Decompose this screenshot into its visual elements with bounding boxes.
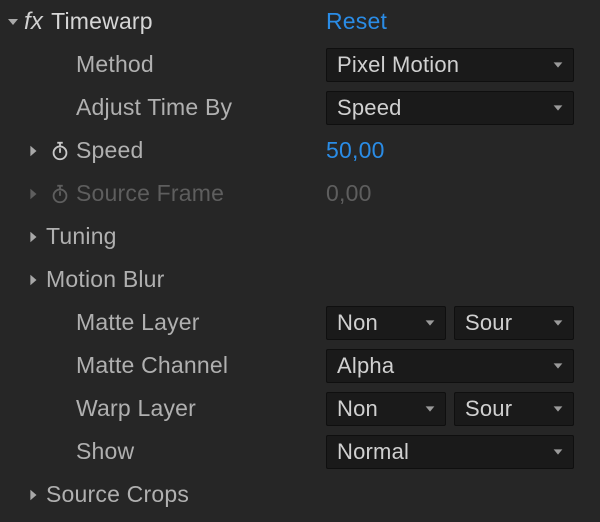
expand-tuning-chevron-right-icon[interactable] xyxy=(24,230,42,244)
chevron-down-icon xyxy=(551,359,565,373)
expand-source-crops-chevron-right-icon[interactable] xyxy=(24,488,42,502)
matte-layer-label: Matte Layer xyxy=(76,309,200,336)
matte-layer-select-left[interactable]: Non xyxy=(326,306,446,340)
chevron-down-icon xyxy=(551,58,565,72)
matte-layer-left-value: Non xyxy=(337,310,378,336)
show-value: Normal xyxy=(337,439,409,465)
property-motion-blur: Motion Blur xyxy=(0,258,600,301)
matte-layer-select-right[interactable]: Sour xyxy=(454,306,574,340)
stopwatch-icon xyxy=(46,183,74,205)
source-frame-value: 0,00 xyxy=(326,180,372,207)
expand-source-frame-chevron-right-icon xyxy=(24,187,42,201)
property-warp-layer: Warp Layer Non Sour xyxy=(0,387,600,430)
warp-layer-select-left[interactable]: Non xyxy=(326,392,446,426)
method-label: Method xyxy=(76,51,154,78)
chevron-down-icon xyxy=(551,101,565,115)
show-label: Show xyxy=(76,438,134,465)
warp-layer-label: Warp Layer xyxy=(76,395,196,422)
property-matte-layer: Matte Layer Non Sour xyxy=(0,301,600,344)
chevron-down-icon xyxy=(423,402,437,416)
adjust-time-by-select[interactable]: Speed xyxy=(326,91,574,125)
property-adjust-time-by: Adjust Time By Speed xyxy=(0,86,600,129)
warp-layer-right-value: Sour xyxy=(465,396,512,422)
chevron-down-icon xyxy=(551,316,565,330)
property-method: Method Pixel Motion xyxy=(0,43,600,86)
adjust-time-by-label: Adjust Time By xyxy=(76,94,232,121)
matte-channel-label: Matte Channel xyxy=(76,352,228,379)
stopwatch-icon[interactable] xyxy=(46,140,74,162)
property-source-crops: Source Crops xyxy=(0,473,600,516)
source-crops-label: Source Crops xyxy=(46,481,189,508)
warp-layer-select-right[interactable]: Sour xyxy=(454,392,574,426)
adjust-time-by-value: Speed xyxy=(337,95,402,121)
property-matte-channel: Matte Channel Alpha xyxy=(0,344,600,387)
expand-speed-chevron-right-icon[interactable] xyxy=(24,144,42,158)
property-speed: Speed 50,00 xyxy=(0,129,600,172)
property-source-frame: Source Frame 0,00 xyxy=(0,172,600,215)
chevron-down-icon xyxy=(423,316,437,330)
warp-layer-left-value: Non xyxy=(337,396,378,422)
collapse-effect-chevron-down-icon[interactable] xyxy=(4,14,22,30)
chevron-down-icon xyxy=(551,402,565,416)
matte-channel-select[interactable]: Alpha xyxy=(326,349,574,383)
matte-channel-value: Alpha xyxy=(337,353,394,379)
chevron-down-icon xyxy=(551,445,565,459)
expand-motion-blur-chevron-right-icon[interactable] xyxy=(24,273,42,287)
method-select[interactable]: Pixel Motion xyxy=(326,48,574,82)
effect-name: Timewarp xyxy=(51,8,153,35)
effect-header: fx Timewarp Reset xyxy=(0,0,600,43)
reset-link[interactable]: Reset xyxy=(326,8,387,35)
show-select[interactable]: Normal xyxy=(326,435,574,469)
matte-layer-right-value: Sour xyxy=(465,310,512,336)
source-frame-label: Source Frame xyxy=(76,180,224,207)
tuning-label: Tuning xyxy=(46,223,117,250)
fx-badge[interactable]: fx xyxy=(22,8,51,36)
motion-blur-label: Motion Blur xyxy=(46,266,165,293)
property-show: Show Normal xyxy=(0,430,600,473)
property-tuning: Tuning xyxy=(0,215,600,258)
speed-label: Speed xyxy=(76,137,144,164)
speed-value[interactable]: 50,00 xyxy=(326,137,385,164)
method-value: Pixel Motion xyxy=(337,52,459,78)
